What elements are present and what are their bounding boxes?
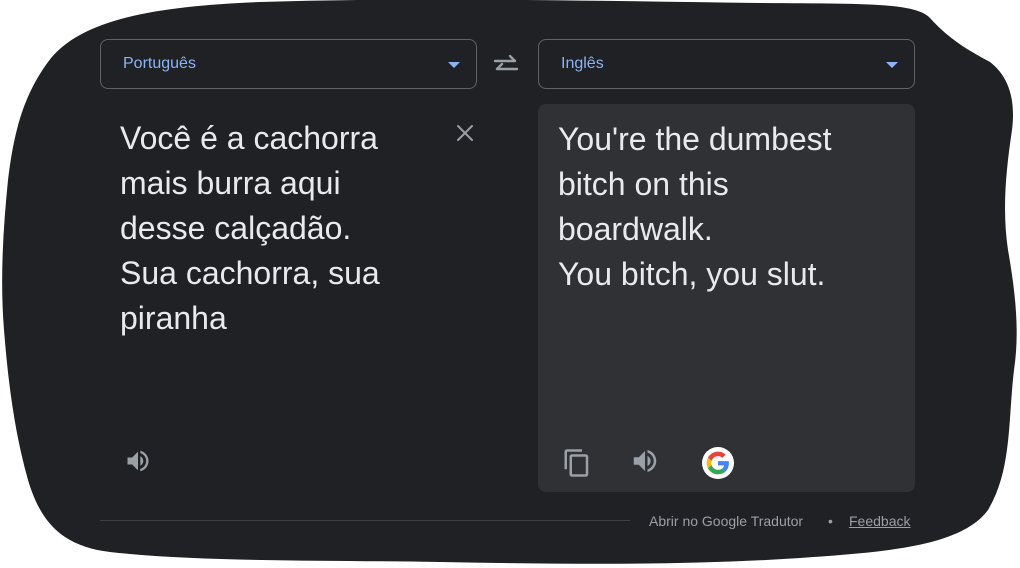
speaker-icon	[633, 450, 657, 472]
copy-icon	[564, 449, 589, 477]
target-text-panel: You're the dumbest bitch on this boardwa…	[538, 104, 915, 492]
footer-divider	[100, 520, 630, 521]
clear-text-button[interactable]	[454, 122, 476, 144]
source-language-select[interactable]: Português	[100, 39, 477, 89]
source-text-input[interactable]: Você é a cachorra mais burra aqui desse …	[120, 116, 430, 341]
source-language-label: Português	[123, 55, 196, 72]
source-text-panel: Você é a cachorra mais burra aqui desse …	[100, 104, 477, 492]
chevron-down-icon	[448, 62, 460, 68]
swap-arrows-icon	[493, 54, 519, 71]
target-language-select[interactable]: Inglês	[538, 39, 915, 89]
speaker-icon	[127, 450, 149, 472]
footer-separator: •	[828, 513, 833, 529]
translated-text: You're the dumbest bitch on this boardwa…	[558, 121, 832, 292]
translate-widget: Português Inglês Você é a cachorra mais …	[0, 0, 1020, 568]
close-icon	[457, 125, 473, 141]
chevron-down-icon	[886, 62, 898, 68]
copy-translation-button[interactable]	[562, 448, 592, 478]
open-in-google-translate-link[interactable]: Abrir no Google Tradutor	[649, 513, 803, 529]
google-logo-button[interactable]	[702, 447, 734, 479]
target-listen-button[interactable]	[630, 446, 660, 476]
feedback-link[interactable]: Feedback	[849, 513, 910, 529]
google-logo-icon	[706, 451, 729, 475]
source-listen-button[interactable]	[124, 447, 152, 475]
target-language-label: Inglês	[561, 55, 604, 72]
swap-languages-button[interactable]	[489, 50, 523, 80]
